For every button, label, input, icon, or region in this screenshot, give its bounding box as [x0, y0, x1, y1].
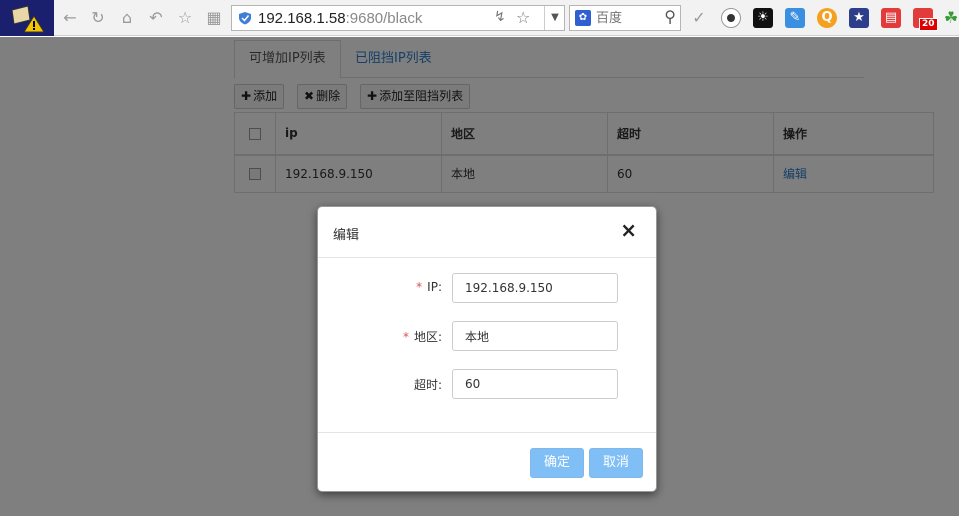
- region-label: * 地区:: [402, 330, 442, 344]
- address-bar[interactable]: 192.168.1.58:9680/black ↯ ☆ ▼: [231, 5, 565, 31]
- favorite-star-icon[interactable]: ☆: [175, 8, 195, 28]
- timeout-input[interactable]: [452, 369, 618, 399]
- mail-extension-icon[interactable]: 20: [913, 8, 938, 31]
- search-input[interactable]: [596, 8, 652, 28]
- url-text: 192.168.1.58:9680/black: [258, 10, 423, 27]
- apps-grid-icon[interactable]: ▦: [204, 8, 224, 28]
- bookmark-star-icon[interactable]: ☆: [516, 8, 530, 27]
- notification-badge: 20: [919, 18, 938, 31]
- back-icon[interactable]: ←: [60, 8, 80, 28]
- baidu-paw-icon: ✿: [575, 10, 591, 26]
- checkmark-icon[interactable]: ✓: [689, 8, 709, 28]
- required-mark: *: [416, 280, 423, 294]
- calendar-extension-icon[interactable]: ▤: [881, 8, 901, 28]
- address-dropdown-icon[interactable]: ▼: [544, 6, 565, 30]
- dialog-footer: 确定 取消: [318, 432, 656, 492]
- edit-dialog: 编辑 × *IP: *地区: 超时: 确定 取消: [317, 206, 657, 492]
- dialog-title: 编辑: [333, 228, 360, 243]
- reload-icon[interactable]: ↻: [88, 8, 108, 28]
- ip-label: * IP:: [416, 280, 442, 294]
- dialog-header: 编辑 ×: [318, 207, 656, 258]
- star-extension-icon[interactable]: ★: [849, 8, 869, 28]
- required-mark: *: [402, 330, 409, 344]
- region-form-row: * 地区:: [318, 321, 656, 351]
- region-input[interactable]: [452, 321, 618, 351]
- search-box[interactable]: ✿ ⚲: [569, 5, 681, 31]
- app-logo[interactable]: [0, 0, 54, 36]
- ip-form-row: * IP:: [318, 273, 656, 303]
- ip-input[interactable]: [452, 273, 618, 303]
- settings-sun-icon[interactable]: ☀: [753, 8, 773, 28]
- undo-icon[interactable]: ↶: [146, 8, 166, 28]
- confirm-button[interactable]: 确定: [530, 448, 584, 478]
- timeout-label: 超时:: [413, 378, 442, 392]
- lightning-icon[interactable]: ↯: [494, 9, 506, 25]
- cancel-button[interactable]: 取消: [589, 448, 643, 478]
- warning-icon: [11, 5, 45, 33]
- home-icon[interactable]: ⌂: [117, 8, 137, 28]
- timeout-form-row: 超时:: [318, 369, 656, 399]
- close-icon[interactable]: ×: [620, 220, 637, 240]
- record-icon[interactable]: [721, 8, 741, 28]
- q-extension-icon[interactable]: Q: [817, 8, 837, 28]
- leaf-extension-icon[interactable]: ☘: [941, 8, 959, 28]
- browser-toolbar: ← ↻ ⌂ ↶ ☆ ▦ 192.168.1.58:9680/black ↯ ☆ …: [0, 0, 959, 36]
- edit-pen-icon[interactable]: ✎: [785, 8, 805, 28]
- search-icon[interactable]: ⚲: [664, 7, 676, 26]
- security-shield-icon: [239, 12, 251, 25]
